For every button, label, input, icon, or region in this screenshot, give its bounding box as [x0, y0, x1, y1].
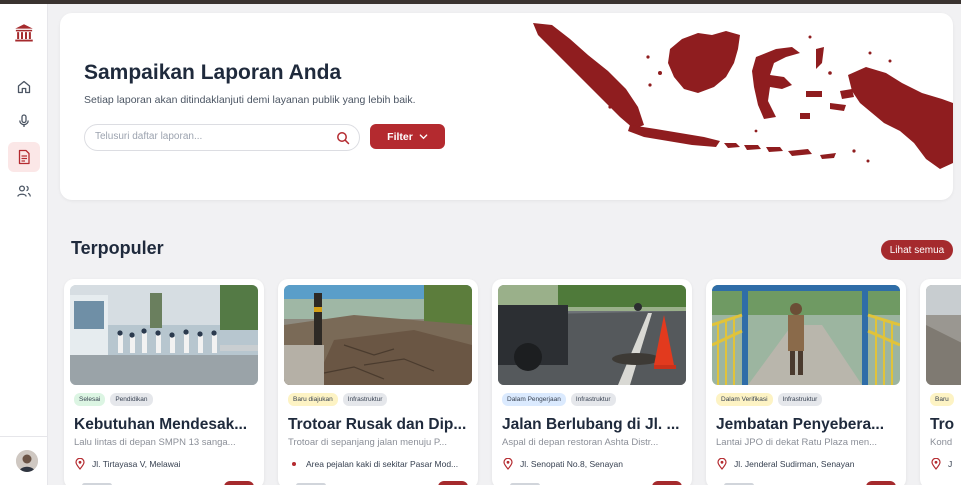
report-card[interactable]: Baru diajukan Infrastruktur Trotoar Rusa… [278, 279, 478, 485]
card-action-button[interactable] [438, 481, 468, 485]
report-photo [712, 285, 900, 385]
location-text: Jl. Jenderal Sudirman, Senayan [734, 459, 855, 469]
location-pin-icon [503, 458, 513, 470]
page-subtitle: Setiap laporan akan ditindaklanjuti demi… [84, 94, 416, 106]
status-badge: Dalam Verifikasi [716, 393, 773, 406]
card-location: Jl. Tirtayasa V, Melawai [74, 458, 260, 470]
document-icon[interactable] [8, 142, 40, 172]
report-card[interactable]: Selesai Pendidikan Kebutuhan Mendesak...… [64, 279, 264, 485]
status-badge: Baru [930, 393, 954, 406]
card-location: J [930, 458, 961, 470]
sidebar [0, 4, 48, 485]
search-box [84, 124, 360, 151]
status-badge: Baru diajukan [288, 393, 338, 406]
home-icon[interactable] [8, 72, 40, 102]
card-location: Jl. Senopati No.8, Senayan [502, 458, 688, 470]
card-action-button[interactable] [224, 481, 254, 485]
status-badge: Selesai [74, 393, 106, 406]
location-pin-icon [717, 458, 727, 470]
card-title[interactable]: Tro [930, 416, 961, 434]
microphone-icon[interactable] [8, 106, 40, 136]
chevron-down-icon [419, 134, 428, 140]
status-badge: Dalam Pengerjaan [502, 393, 566, 406]
card-badges: Baru [930, 393, 954, 406]
card-description: Trotoar di sepanjang jalan menuju P... [288, 437, 447, 448]
report-card[interactable]: Dalam Verifikasi Infrastruktur Jembatan … [706, 279, 906, 485]
section-title: Terpopuler [71, 238, 164, 258]
location-text: Area pejalan kaki di sekitar Pasar Mod..… [306, 459, 459, 469]
location-text: J [948, 459, 953, 469]
window-top-bar [0, 0, 961, 4]
category-badge: Infrastruktur [777, 393, 823, 406]
indonesia-map-illustration [533, 23, 953, 169]
card-badges: Selesai Pendidikan [74, 393, 153, 406]
card-location: Jl. Jenderal Sudirman, Senayan [716, 458, 902, 470]
card-title[interactable]: Kebutuhan Mendesak... [74, 416, 258, 434]
users-icon[interactable] [8, 176, 40, 206]
card-description: Aspal di depan restoran Ashta Distr... [502, 437, 659, 448]
filter-label: Filter [387, 130, 413, 143]
report-card[interactable]: Dalam Pengerjaan Infrastruktur Jalan Ber… [492, 279, 692, 485]
government-building-icon[interactable] [8, 18, 40, 48]
report-photo [70, 285, 258, 385]
avatar[interactable] [16, 450, 38, 472]
hero-panel: Sampaikan Laporan Anda Setiap laporan ak… [60, 13, 953, 200]
report-photo [926, 285, 961, 385]
location-pin-icon [292, 462, 296, 466]
card-description: Kond [930, 437, 953, 448]
report-photo [498, 285, 686, 385]
page-title: Sampaikan Laporan Anda [84, 61, 342, 84]
report-photo [284, 285, 472, 385]
sidebar-divider [0, 436, 48, 437]
card-description: Lalu lintas di depan SMPN 13 sanga... [74, 437, 236, 448]
category-badge: Infrastruktur [570, 393, 616, 406]
card-badges: Dalam Verifikasi Infrastruktur [716, 393, 823, 406]
card-action-button[interactable] [866, 481, 896, 485]
report-card[interactable]: Baru Tro Kond J [920, 279, 961, 485]
location-text: Jl. Tirtayasa V, Melawai [92, 459, 181, 469]
card-badges: Dalam Pengerjaan Infrastruktur [502, 393, 616, 406]
location-pin-icon [75, 458, 85, 470]
card-title[interactable]: Jalan Berlubang di Jl. ... [502, 416, 686, 434]
card-title[interactable]: Trotoar Rusak dan Dip... [288, 416, 472, 434]
see-all-button[interactable]: Lihat semua [881, 240, 953, 260]
category-badge: Pendidikan [110, 393, 153, 406]
card-badges: Baru diajukan Infrastruktur [288, 393, 388, 406]
search-icon[interactable] [336, 131, 350, 145]
card-location: Area pejalan kaki di sekitar Pasar Mod..… [288, 458, 474, 470]
card-title[interactable]: Jembatan Penyebera... [716, 416, 900, 434]
card-action-button[interactable] [652, 481, 682, 485]
category-badge: Infrastruktur [342, 393, 388, 406]
location-text: Jl. Senopati No.8, Senayan [520, 459, 624, 469]
card-description: Lantai JPO di dekat Ratu Plaza men... [716, 437, 878, 448]
filter-button[interactable]: Filter [370, 124, 445, 149]
search-input[interactable] [95, 131, 325, 142]
location-pin-icon [931, 458, 941, 470]
